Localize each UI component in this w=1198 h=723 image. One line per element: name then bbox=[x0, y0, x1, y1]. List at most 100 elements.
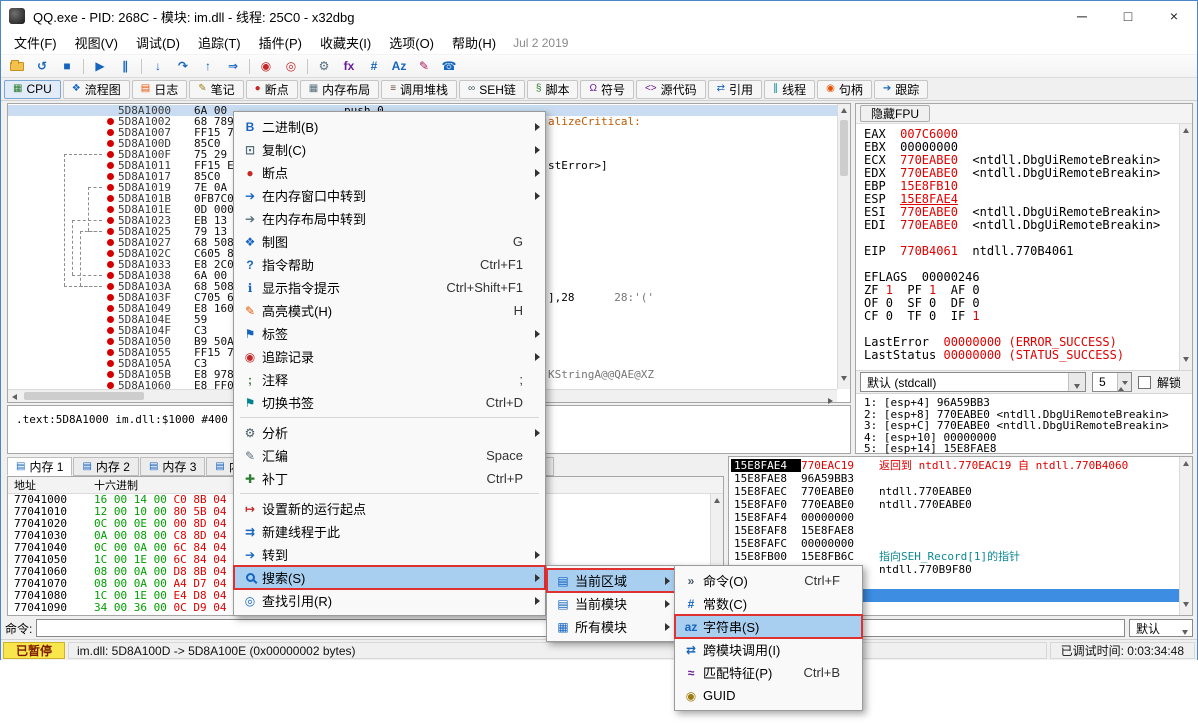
register-value[interactable]: 770B4061 bbox=[900, 244, 958, 258]
search-intermodular-calls[interactable]: ⇄跨模块调用(I) bbox=[675, 638, 862, 661]
breakpoint-dot[interactable] bbox=[104, 138, 118, 149]
ctx-instruction-help[interactable]: ?指令帮助Ctrl+F1 bbox=[234, 253, 545, 276]
tab-references[interactable]: ⇄引用 bbox=[708, 80, 762, 99]
register-row[interactable]: LastStatus 00000000 (STATUS_SUCCESS) bbox=[864, 349, 1176, 362]
flag-value[interactable]: 0 bbox=[886, 309, 893, 323]
menu-plugins[interactable]: 插件(P) bbox=[250, 30, 311, 55]
trace-into-button[interactable]: ◉ bbox=[254, 56, 278, 76]
search-strings[interactable]: az字符串(S) bbox=[675, 615, 862, 638]
scroll-up-arrow[interactable] bbox=[714, 498, 720, 503]
scroll-up-arrow[interactable] bbox=[1183, 461, 1189, 466]
tab-call-stack[interactable]: ≡调用堆栈 bbox=[381, 80, 457, 99]
ctx-graph[interactable]: ❖制图G bbox=[234, 230, 545, 253]
flag-value[interactable]: 0 bbox=[972, 283, 979, 297]
stack-row[interactable]: 15E8FAF815E8FAE8 bbox=[731, 524, 1179, 537]
step-out-button[interactable]: ↑ bbox=[196, 56, 220, 76]
maximize-button[interactable]: □ bbox=[1105, 1, 1151, 31]
tab-script[interactable]: §脚本 bbox=[527, 80, 579, 99]
register-value[interactable]: 00000246 bbox=[922, 270, 980, 284]
registers-scrollbar[interactable] bbox=[1179, 124, 1192, 370]
stack-row[interactable]: 15E8FAE4770EAC19返回到 ntdll.770EAC19 自 ntd… bbox=[731, 459, 1179, 472]
tab-source[interactable]: <>源代码 bbox=[636, 80, 706, 99]
calculator-button[interactable]: fx bbox=[337, 56, 361, 76]
breakpoint-dot[interactable] bbox=[104, 204, 118, 215]
unlock-checkbox[interactable] bbox=[1138, 376, 1151, 389]
breakpoint-dot[interactable] bbox=[104, 127, 118, 138]
preferences-button[interactable]: ⚙ bbox=[312, 56, 336, 76]
menu-help[interactable]: 帮助(H) bbox=[443, 30, 505, 55]
breakpoint-dot[interactable] bbox=[104, 303, 118, 314]
stack-row[interactable]: 15E8FB0015E8FB6C指向SEH_Record[1]的指针 bbox=[731, 550, 1179, 563]
ctx-patch[interactable]: ✚补丁Ctrl+P bbox=[234, 467, 545, 490]
breakpoint-dot[interactable] bbox=[104, 336, 118, 347]
search-pattern[interactable]: ≈匹配特征(P)Ctrl+B bbox=[675, 661, 862, 684]
register-value[interactable]: 007C6000 bbox=[900, 127, 958, 141]
ctx-set-new-origin[interactable]: ↦设置新的运行起点 bbox=[234, 497, 545, 520]
register-value[interactable]: 00000000 bbox=[900, 140, 958, 154]
ctx-show-mnemonic-brief[interactable]: ℹ显示指令提示Ctrl+Shift+F1 bbox=[234, 276, 545, 299]
breakpoint-dot[interactable] bbox=[104, 182, 118, 193]
menu-debug[interactable]: 调试(D) bbox=[127, 30, 189, 55]
attach-button[interactable]: ☎ bbox=[437, 56, 461, 76]
breakpoint-dot[interactable] bbox=[104, 380, 118, 389]
flag-value[interactable]: 1 bbox=[886, 283, 893, 297]
ctx-toggle-bookmark[interactable]: ⚑切换书签Ctrl+D bbox=[234, 391, 545, 414]
highlighting-button[interactable]: ✎ bbox=[412, 56, 436, 76]
argument-row[interactable]: 5: [esp+14] 15E8FAE8 bbox=[864, 443, 1188, 455]
tab-memory-map[interactable]: ▦内存布局 bbox=[300, 80, 379, 99]
tab-log[interactable]: ▤日志 bbox=[132, 80, 187, 99]
run-to-user-code-button[interactable]: ⇒ bbox=[221, 56, 245, 76]
ctx-trace-record[interactable]: ◉追踪记录 bbox=[234, 345, 545, 368]
tab-graph[interactable]: ❖流程图 bbox=[63, 80, 130, 99]
tab-dump-1[interactable]: ▤内存 1 bbox=[7, 457, 72, 476]
breakpoint-dot[interactable] bbox=[104, 237, 118, 248]
breakpoint-dot[interactable] bbox=[104, 369, 118, 380]
calling-convention-select[interactable]: 默认 (stdcall) bbox=[860, 372, 1086, 392]
command-profile-select[interactable]: 默认 bbox=[1129, 619, 1193, 637]
ctx-breakpoint[interactable]: ●断点 bbox=[234, 161, 545, 184]
ctx-find-references[interactable]: ◎查找引用(R) bbox=[234, 589, 545, 612]
tab-seh[interactable]: ∞SEH链 bbox=[459, 80, 525, 99]
scroll-up-arrow[interactable] bbox=[841, 108, 847, 113]
argument-row[interactable]: 1: [esp+4] 96A59BB3 bbox=[864, 397, 1188, 409]
args-count-spinner[interactable]: 5 bbox=[1092, 372, 1132, 392]
breakpoint-dot[interactable] bbox=[104, 259, 118, 270]
stack-row[interactable]: 15E8FAF0770EABE0ntdll.770EABE0 bbox=[731, 498, 1179, 511]
step-into-button[interactable]: ↓ bbox=[146, 56, 170, 76]
tab-dump-3[interactable]: ▤内存 3 bbox=[140, 457, 205, 476]
search-constant[interactable]: #常数(C) bbox=[675, 592, 862, 615]
submenu-current-module[interactable]: ▤当前模块 bbox=[547, 592, 675, 615]
breakpoint-dot[interactable] bbox=[104, 248, 118, 259]
flag-value[interactable]: 0 bbox=[886, 296, 893, 310]
breakpoint-dot[interactable] bbox=[104, 358, 118, 369]
restart-button[interactable]: ↺ bbox=[30, 56, 54, 76]
breakpoint-dot[interactable] bbox=[104, 215, 118, 226]
flag-value[interactable]: 1 bbox=[972, 309, 979, 323]
ctx-binary[interactable]: B二进制(B) bbox=[234, 115, 545, 138]
tab-symbols[interactable]: Ω符号 bbox=[580, 80, 634, 99]
breakpoint-dot[interactable] bbox=[104, 149, 118, 160]
disassembly-vertical-scrollbar[interactable] bbox=[837, 104, 850, 389]
breakpoint-dot[interactable] bbox=[104, 292, 118, 303]
search-command[interactable]: »命令(O)Ctrl+F bbox=[675, 569, 862, 592]
ctx-highlighting-mode[interactable]: ✎高亮模式(H)H bbox=[234, 299, 545, 322]
breakpoint-dot[interactable] bbox=[104, 325, 118, 336]
stack-scrollbar[interactable] bbox=[1179, 457, 1192, 615]
scroll-down-arrow[interactable] bbox=[1183, 602, 1189, 607]
stack-row[interactable]: 15E8FAFC00000000 bbox=[731, 537, 1179, 550]
run-button[interactable]: ▶ bbox=[88, 56, 112, 76]
case-button[interactable]: Az bbox=[387, 56, 411, 76]
constant-button[interactable]: # bbox=[362, 56, 386, 76]
ctx-create-thread-here[interactable]: ⇉新建线程于此 bbox=[234, 520, 545, 543]
stack-row[interactable]: 15E8FAE896A59BB3 bbox=[731, 472, 1179, 485]
stack-row[interactable]: 15E8FAF400000000 bbox=[731, 511, 1179, 524]
ctx-search[interactable]: 搜索(S) bbox=[234, 566, 545, 589]
tab-notes[interactable]: ✎笔记 bbox=[189, 80, 243, 99]
menu-view[interactable]: 视图(V) bbox=[66, 30, 127, 55]
scroll-up-arrow[interactable] bbox=[1183, 128, 1189, 133]
ctx-assemble[interactable]: ✎汇编Space bbox=[234, 444, 545, 467]
breakpoint-dot[interactable] bbox=[104, 193, 118, 204]
spinner-arrows-icon[interactable] bbox=[1117, 373, 1131, 391]
scroll-down-arrow[interactable] bbox=[841, 376, 847, 381]
minimize-button[interactable]: ─ bbox=[1059, 1, 1105, 31]
